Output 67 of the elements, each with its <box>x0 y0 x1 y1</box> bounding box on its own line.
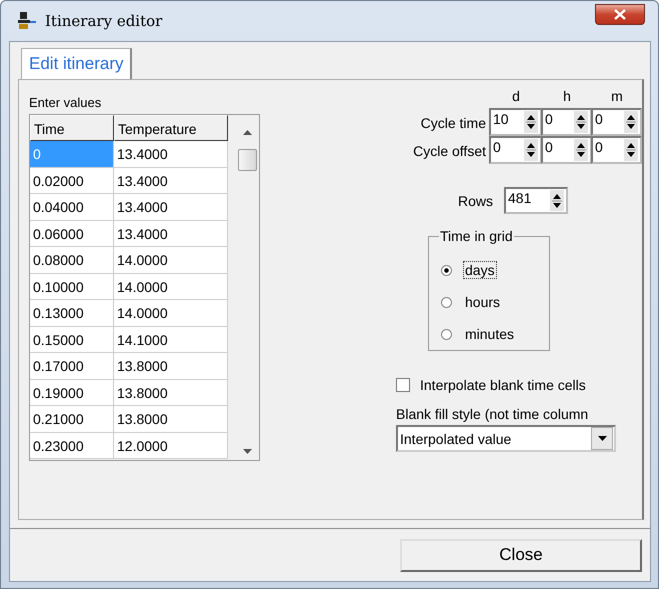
table-cell[interactable]: 0.23000 <box>30 432 114 459</box>
spin-buttons[interactable] <box>624 139 638 161</box>
table-cell[interactable]: 0.10000 <box>30 274 114 300</box>
table-cell[interactable]: 13.8000 <box>114 406 228 432</box>
spin-field[interactable]: 0 <box>541 136 592 164</box>
app-icon <box>17 11 37 31</box>
table-cell[interactable]: 13.8000 <box>114 380 228 406</box>
table-cell[interactable]: 13.4000 <box>114 168 228 194</box>
checkbox[interactable] <box>396 378 410 392</box>
field-label: Cycle offset <box>412 142 487 161</box>
close-button[interactable] <box>595 4 645 25</box>
field-label: Blank fill style (not time column <box>396 406 590 422</box>
table-cell[interactable]: 0.06000 <box>30 220 114 247</box>
column-header[interactable]: Temperature <box>114 115 228 141</box>
table-cell[interactable]: 0.21000 <box>30 406 114 432</box>
table-cell[interactable]: 13.4000 <box>114 141 228 168</box>
table-cell[interactable]: 0.04000 <box>30 194 114 220</box>
table-cell[interactable]: 14.0000 <box>114 300 228 326</box>
table-cell[interactable]: 14.1000 <box>114 326 228 353</box>
column-label: m <box>610 88 624 106</box>
table-cell[interactable]: 0.02000 <box>30 168 114 194</box>
radio-label[interactable]: minutes <box>464 326 516 342</box>
checkbox-label[interactable]: Interpolate blank time cells <box>420 377 586 393</box>
spin-buttons[interactable] <box>624 111 638 133</box>
field-label: Rows <box>458 192 494 208</box>
close-icon <box>614 9 626 20</box>
field-label: Cycle time <box>420 114 487 133</box>
close-button[interactable]: Close <box>400 538 642 572</box>
table-cell[interactable]: 0.17000 <box>30 353 114 380</box>
column-label: d <box>511 88 521 106</box>
radio-button[interactable] <box>441 264 452 276</box>
down-arrow-icon[interactable] <box>242 449 252 454</box>
radio-button[interactable] <box>441 296 452 308</box>
column-label: h <box>562 88 572 106</box>
table-cell[interactable]: 14.0000 <box>114 247 228 274</box>
spin-buttons[interactable] <box>574 111 588 133</box>
spin-field[interactable]: 0 <box>591 136 642 164</box>
grid-label: Enter values <box>29 95 102 110</box>
column-header[interactable]: Time <box>30 115 114 141</box>
spin-field[interactable]: 0 <box>489 136 542 164</box>
table-cell[interactable]: 12.0000 <box>114 432 228 459</box>
group-title: Time in grid <box>439 228 514 244</box>
spin-buttons[interactable] <box>550 190 564 211</box>
table-cell[interactable]: 0.08000 <box>30 247 114 274</box>
spin-field[interactable]: 0 <box>541 108 592 136</box>
spin-field[interactable]: 0 <box>591 108 642 136</box>
radio-button[interactable] <box>441 328 452 340</box>
window-title: Itinerary editor <box>45 12 162 30</box>
radio-label[interactable]: days <box>464 262 496 278</box>
spin-field[interactable]: 481 <box>504 187 568 214</box>
table-cell[interactable]: 0.15000 <box>30 326 114 353</box>
spin-buttons[interactable] <box>524 111 538 133</box>
caret-icon <box>598 436 606 441</box>
table-cell[interactable]: 13.4000 <box>114 194 228 220</box>
spin-buttons[interactable] <box>574 139 588 161</box>
tab[interactable]: Edit itinerary <box>21 48 132 79</box>
table-cell[interactable]: 13.4000 <box>114 220 228 247</box>
table-cell[interactable]: 14.0000 <box>114 274 228 300</box>
table-cell[interactable]: 0.19000 <box>30 380 114 406</box>
table-cell[interactable]: 13.8000 <box>114 353 228 380</box>
spin-buttons[interactable] <box>524 139 538 161</box>
scroll-thumb[interactable] <box>238 149 256 171</box>
dropdown[interactable]: Interpolated value <box>396 425 616 452</box>
spin-field[interactable]: 10 <box>489 108 542 136</box>
table-cell[interactable]: 0.13000 <box>30 300 114 326</box>
radio-label[interactable]: hours <box>464 294 502 310</box>
up-arrow-icon[interactable] <box>242 130 252 135</box>
